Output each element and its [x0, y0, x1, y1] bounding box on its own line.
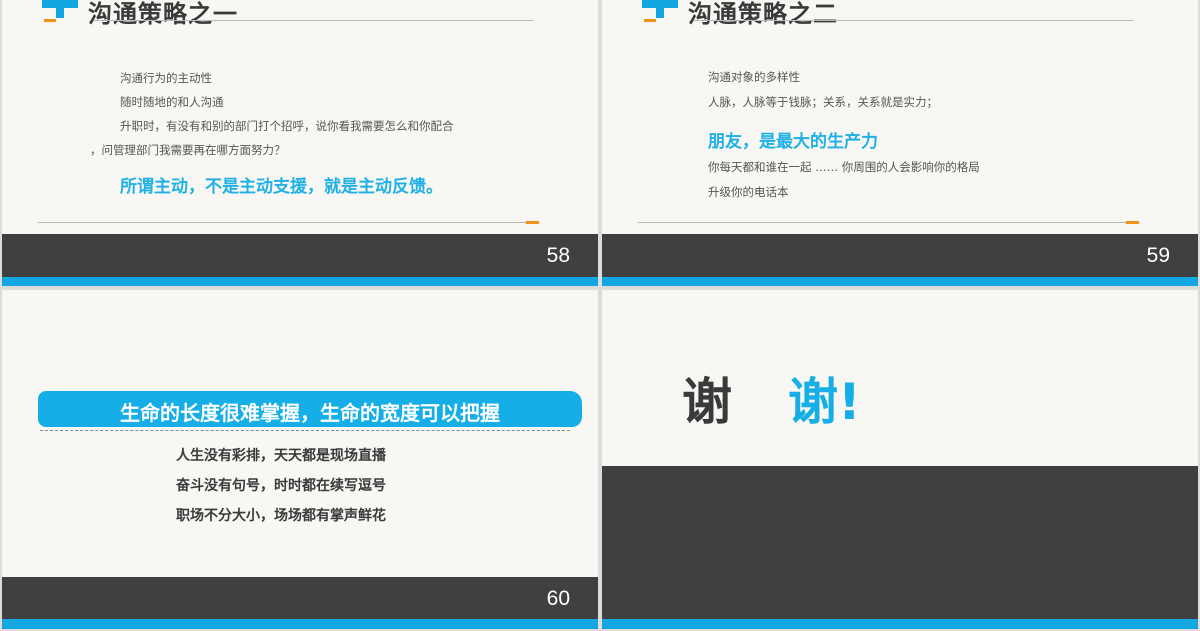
plus-logo-icon [42, 0, 78, 22]
quote-line: 人生没有彩排，天天都是现场直播 [176, 448, 386, 464]
footer-block [602, 466, 1198, 619]
body-line: 人脉，人脉等于钱脉；关系，关系就是实力； [708, 95, 938, 109]
dashed-divider [40, 430, 570, 431]
banner: 生命的长度很难掌握，生命的宽度可以把握 [38, 391, 582, 427]
quote-line: 奋斗没有句号，时时都在续写逗号 [176, 478, 386, 494]
slide-60: 生命的长度很难掌握，生命的宽度可以把握 人生没有彩排，天天都是现场直播 奋斗没有… [2, 290, 598, 629]
thanks-text-blue: 谢! [788, 373, 861, 431]
orange-tick [1126, 221, 1139, 224]
slide-59: 沟通策略之二 沟通对象的多样性 人脉，人脉等于钱脉；关系，关系就是实力； 朋友，… [602, 0, 1198, 286]
title-underline [694, 20, 1134, 21]
slide-thanks: 谢 谢! [602, 290, 1198, 629]
body-line: 升级你的电话本 [708, 185, 789, 199]
plus-logo-icon [642, 0, 678, 22]
footer-bar: 59 [602, 234, 1198, 277]
bottom-rule [38, 222, 538, 223]
footer-accent [2, 619, 598, 629]
body-line: 你每天都和谁在一起 …… 你周围的人会影响你的格局 [708, 160, 980, 174]
slide-title: 沟通策略之二 [688, 0, 838, 28]
body-line: 沟通行为的主动性 [120, 71, 212, 85]
highlight-text: 朋友，是最大的生产力 [708, 132, 878, 152]
slide-number: 58 [546, 244, 570, 267]
banner-text: 生命的长度很难掌握，生命的宽度可以把握 [120, 401, 500, 425]
footer-accent [602, 619, 1198, 629]
footer-bar: 60 [2, 577, 598, 619]
slide-number: 60 [546, 587, 570, 610]
body-line: ，问管理部门我需要再在哪方面努力？ [90, 143, 286, 157]
slide-number: 59 [1146, 244, 1170, 267]
thanks-text-dark: 谢 [682, 373, 732, 431]
footer-bar: 58 [2, 234, 598, 277]
slide-58: 沟通策略之一 沟通行为的主动性 随时随地的和人沟通 升职时，有没有和别的部门打个… [2, 0, 598, 286]
body-line: 沟通对象的多样性 [708, 70, 800, 84]
quote-line: 职场不分大小，场场都有掌声鲜花 [176, 508, 386, 524]
title-underline [94, 20, 534, 21]
orange-tick [526, 221, 539, 224]
slide-title: 沟通策略之一 [88, 0, 238, 28]
bottom-rule [638, 222, 1138, 223]
footer-accent [602, 277, 1198, 286]
footer-accent [2, 277, 598, 286]
body-line: 随时随地的和人沟通 [120, 95, 224, 109]
highlight-text: 所谓主动，不是主动支援，就是主动反馈。 [120, 177, 443, 197]
body-line: 升职时，有没有和别的部门打个招呼，说你看我需要怎么和你配合 [120, 119, 454, 133]
